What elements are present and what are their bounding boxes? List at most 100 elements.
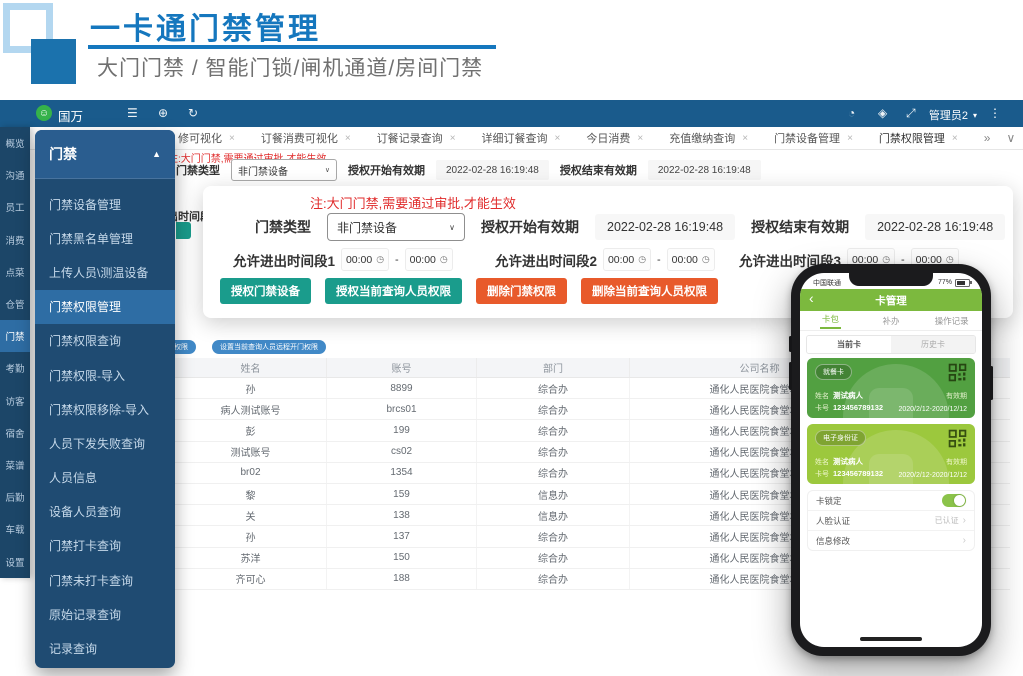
- tab-门禁权限管理[interactable]: 门禁权限管理×: [879, 130, 958, 146]
- refresh-icon[interactable]: ↻: [188, 106, 198, 120]
- back-chevron-icon[interactable]: ‹: [809, 290, 814, 306]
- type-select[interactable]: 非门禁设备 ∨: [327, 213, 465, 241]
- phone-mockup: 中国联通 77% ‹ 卡管理 卡包补办操作记录 当前卡历史卡 就餐卡姓名测试病人…: [791, 264, 991, 656]
- segment-历史卡[interactable]: 历史卡: [891, 336, 975, 353]
- card-segmented-control: 当前卡历史卡: [806, 335, 976, 354]
- tab-充值缴纳查询[interactable]: 充值缴纳查询×: [669, 130, 748, 146]
- tab-close-icon[interactable]: ×: [637, 133, 643, 144]
- menu-item-门禁设备管理[interactable]: 门禁设备管理: [35, 187, 175, 221]
- tab-close-icon[interactable]: ×: [229, 133, 235, 144]
- rail-item-宿舍[interactable]: 宿舍: [0, 417, 30, 449]
- menu-item-门禁黑名单管理[interactable]: 门禁黑名单管理: [35, 221, 175, 255]
- phone-tab-卡包[interactable]: 卡包: [800, 311, 861, 330]
- menu-item-门禁权限查询[interactable]: 门禁权限查询: [35, 324, 175, 358]
- button-授权门禁设备[interactable]: 授权门禁设备: [220, 278, 311, 304]
- menu-item-人员下发失败查询[interactable]: 人员下发失败查询: [35, 426, 175, 460]
- card-number-row: 卡号123456789132: [815, 469, 883, 479]
- tab-collapse-icon[interactable]: ∨: [1006, 131, 1015, 145]
- table-cell: 综合办: [477, 420, 630, 440]
- bg-type-value: 非门禁设备: [238, 163, 288, 178]
- rail-item-设置[interactable]: 设置: [0, 545, 30, 577]
- phone-tabs: 卡包补办操作记录: [800, 311, 982, 331]
- rail-item-菜谱[interactable]: 菜谱: [0, 449, 30, 481]
- home-indicator[interactable]: [860, 637, 922, 641]
- tab-详细订餐查询[interactable]: 详细订餐查询×: [482, 130, 561, 146]
- rail-item-门禁[interactable]: 门禁: [0, 320, 30, 352]
- bg-type-select[interactable]: 非门禁设备 ∨: [231, 159, 337, 181]
- bg-start-date-field[interactable]: 2022-02-28 16:19:48: [436, 160, 549, 180]
- member-card-就餐卡[interactable]: 就餐卡姓名测试病人卡号123456789132有效期2020/2/12-2020…: [807, 358, 975, 418]
- range-dash: -: [395, 254, 399, 266]
- menu-item-门禁权限-导入[interactable]: 门禁权限-导入: [35, 358, 175, 392]
- tab-close-icon[interactable]: ×: [952, 133, 958, 144]
- validity-value: 2020/2/12-2020/12/12: [898, 406, 967, 413]
- admin-user-menu[interactable]: 管理员2 ▾: [929, 107, 977, 123]
- rail-item-访客[interactable]: 访客: [0, 385, 30, 417]
- setting-label: 卡锁定: [816, 495, 842, 507]
- set-remote-open-permission-pill[interactable]: 设置当前查询人员远程开门权限: [212, 340, 326, 354]
- rail-item-点菜[interactable]: 点菜: [0, 256, 30, 288]
- table-cell: 综合办: [477, 463, 630, 483]
- time-input[interactable]: 00:00◷: [341, 248, 389, 271]
- rail-item-仓管[interactable]: 仓管: [0, 288, 30, 320]
- member-card-电子身份证[interactable]: 电子身份证姓名测试病人卡号123456789132有效期2020/2/12-20…: [807, 424, 975, 484]
- gauge-icon[interactable]: ◔: [848, 106, 855, 120]
- menu-item-门禁打卡查询[interactable]: 门禁打卡查询: [35, 529, 175, 563]
- tab-门禁设备管理[interactable]: 门禁设备管理×: [774, 130, 853, 146]
- button-授权当前查询人员权限[interactable]: 授权当前查询人员权限: [325, 278, 462, 304]
- rail-item-车载[interactable]: 车载: [0, 513, 30, 545]
- menu-item-门禁未打卡查询[interactable]: 门禁未打卡查询: [35, 563, 175, 597]
- decorative-solid-square: [31, 39, 76, 84]
- menu-header[interactable]: 门禁 ▲: [35, 130, 175, 179]
- menu-item-原始记录查询[interactable]: 原始记录查询: [35, 597, 175, 631]
- end-label: 授权结束有效期: [751, 217, 849, 237]
- lock-toggle[interactable]: [942, 494, 966, 507]
- setting-信息修改[interactable]: 信息修改›: [808, 531, 974, 550]
- tab-订餐消费可视化[interactable]: 订餐消费可视化×: [261, 130, 351, 146]
- tab-close-icon[interactable]: ×: [345, 133, 351, 144]
- rail-item-概览[interactable]: 概览: [0, 127, 30, 159]
- sidebar-toggle-icon[interactable]: ☰: [127, 106, 138, 120]
- rail-item-考勤[interactable]: 考勤: [0, 352, 30, 384]
- time-input[interactable]: 00:00◷: [603, 248, 651, 271]
- language-icon[interactable]: ⊕: [158, 106, 168, 120]
- tab-overflow-icon[interactable]: »: [984, 131, 991, 145]
- end-date-field[interactable]: 2022-02-28 16:19:48: [865, 214, 1005, 240]
- more-options-icon[interactable]: ⋮: [989, 106, 1001, 120]
- phone-tab-操作记录[interactable]: 操作记录: [921, 311, 982, 330]
- fullscreen-icon[interactable]: ⤢: [906, 106, 916, 121]
- menu-item-人员信息[interactable]: 人员信息: [35, 461, 175, 495]
- menu-item-上传人员\测温设备[interactable]: 上传人员\测温设备: [35, 255, 175, 289]
- setting-卡锁定[interactable]: 卡锁定: [808, 491, 974, 511]
- setting-人脸认证[interactable]: 人脸认证已认证›: [808, 511, 974, 531]
- rail-item-沟通[interactable]: 沟通: [0, 159, 30, 191]
- rail-item-员工[interactable]: 员工: [0, 191, 30, 223]
- qr-code-icon[interactable]: [948, 363, 967, 387]
- rail-item-消费[interactable]: 消费: [0, 224, 30, 256]
- time-input[interactable]: 00:00◷: [667, 248, 715, 271]
- menu-item-门禁权限移除-导入[interactable]: 门禁权限移除-导入: [35, 392, 175, 426]
- tab-close-icon[interactable]: ×: [555, 133, 561, 144]
- phone-tab-补办[interactable]: 补办: [861, 311, 922, 330]
- tab-close-icon[interactable]: ×: [742, 133, 748, 144]
- button-删除门禁权限[interactable]: 删除门禁权限: [476, 278, 567, 304]
- tag-icon[interactable]: ◈: [878, 106, 887, 120]
- menu-item-记录查询[interactable]: 记录查询: [35, 631, 175, 665]
- tab-close-icon[interactable]: ×: [847, 133, 853, 144]
- button-删除当前查询人员权限[interactable]: 删除当前查询人员权限: [581, 278, 718, 304]
- segment-当前卡[interactable]: 当前卡: [807, 336, 891, 353]
- qr-code-icon[interactable]: [948, 429, 967, 453]
- clock-icon: ◷: [638, 254, 646, 265]
- time-input[interactable]: 00:00◷: [405, 248, 453, 271]
- menu-item-门禁权限管理[interactable]: 门禁权限管理: [35, 290, 175, 324]
- rail-item-后勤[interactable]: 后勤: [0, 481, 30, 513]
- bg-end-date-field[interactable]: 2022-02-28 16:19:48: [648, 160, 761, 180]
- tab-订餐记录查询[interactable]: 订餐记录查询×: [377, 130, 456, 146]
- tab-今日消费[interactable]: 今日消费×: [586, 130, 643, 146]
- tab-close-icon[interactable]: ×: [450, 133, 456, 144]
- menu-item-设备人员查询[interactable]: 设备人员查询: [35, 495, 175, 529]
- clock-icon: ◷: [702, 254, 710, 265]
- tab-修可视化[interactable]: 修可视化×: [178, 130, 235, 146]
- open-tabs-bar: 修可视化× 订餐消费可视化× 订餐记录查询× 详细订餐查询× 今日消费× 充值缴纳查询× 门…: [30, 127, 1023, 150]
- start-date-field[interactable]: 2022-02-28 16:19:48: [595, 214, 735, 240]
